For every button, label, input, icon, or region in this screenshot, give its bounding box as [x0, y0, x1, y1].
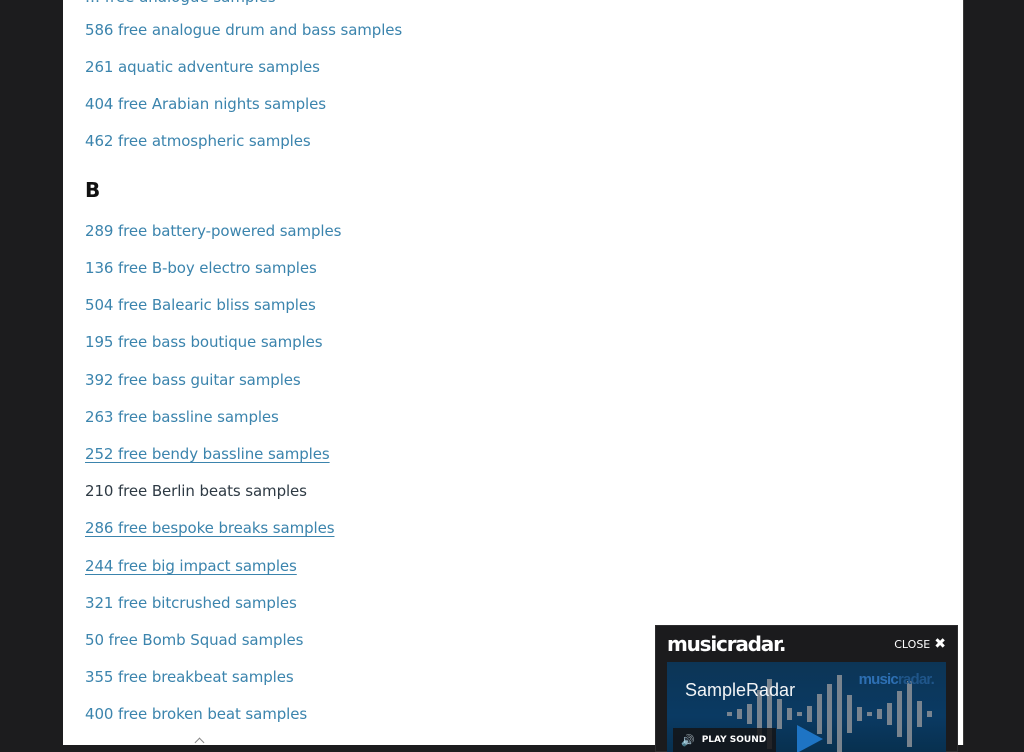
brand-part-b: radar.	[897, 671, 935, 688]
list-item[interactable]: 586 free analogue drum and bass samples	[85, 20, 402, 40]
list-item[interactable]: 136 free B-boy electro samples	[85, 258, 317, 278]
musicradar-logo: musicradar.	[667, 632, 786, 656]
list-item[interactable]: 355 free breakbeat samples	[85, 667, 294, 687]
close-x-icon: ✖	[934, 636, 946, 652]
list-item[interactable]: 195 free bass boutique samples	[85, 332, 323, 352]
waveform-bar	[927, 711, 932, 717]
waveform-bar	[727, 712, 732, 716]
list-item[interactable]: 252 free bendy bassline samples	[85, 444, 330, 464]
video-popup: musicradar. CLOSE ✖ SampleRadar musicrad…	[655, 625, 958, 752]
list-item[interactable]: 504 free Balearic bliss samples	[85, 295, 316, 315]
waveform-bar	[777, 699, 782, 729]
waveform-bar	[897, 691, 902, 737]
waveform-bar	[837, 675, 842, 752]
video-title: SampleRadar	[685, 680, 796, 700]
close-button[interactable]: CLOSE ✖	[894, 636, 946, 652]
list-item[interactable]: 404 free Arabian nights samples	[85, 94, 326, 114]
list-item[interactable]: 400 free broken beat samples	[85, 704, 307, 724]
waveform-bar	[807, 706, 812, 722]
waveform-bar	[867, 712, 872, 716]
list-item[interactable]: 321 free bitcrushed samples	[85, 593, 297, 613]
waveform-bar	[847, 695, 852, 733]
list-item-hovered[interactable]: 210 free Berlin beats samples	[85, 481, 307, 501]
list-item[interactable]: 462 free atmospheric samples	[85, 131, 311, 151]
list-item[interactable]: 286 free bespoke breaks samples	[85, 518, 335, 538]
waveform-bar	[887, 703, 892, 725]
waveform-bar	[737, 709, 742, 719]
video-brand-watermark: musicradar.	[858, 671, 935, 688]
waveform-bar	[877, 709, 882, 719]
section-heading-b: B	[85, 178, 101, 202]
list-item[interactable]: 244 free big impact samples	[85, 556, 297, 576]
list-item[interactable]: 392 free bass guitar samples	[85, 370, 301, 390]
video-player[interactable]: SampleRadar musicradar. 🔊 PLAY SOUND	[667, 662, 946, 752]
waveform-bar	[797, 712, 802, 716]
play-icon[interactable]	[797, 725, 823, 752]
waveform-bar	[827, 684, 832, 744]
waveform-bar	[857, 707, 862, 721]
mouse-cursor-icon	[194, 737, 205, 745]
play-sound-button[interactable]: 🔊 PLAY SOUND	[673, 728, 777, 752]
waveform-bar	[917, 701, 922, 727]
waveform-bar	[787, 708, 792, 720]
play-sound-label: PLAY SOUND	[701, 735, 767, 745]
list-item-cut[interactable]: … free analogue samples	[85, 0, 276, 6]
waveform-bar	[907, 681, 912, 747]
brand-part-a: music	[858, 671, 899, 688]
list-item[interactable]: 261 aquatic adventure samples	[85, 57, 320, 77]
list-item[interactable]: 50 free Bomb Squad samples	[85, 630, 303, 650]
waveform-bar	[747, 704, 752, 724]
list-item[interactable]: 289 free battery-powered samples	[85, 221, 341, 241]
list-item[interactable]: 263 free bassline samples	[85, 407, 279, 427]
close-label: CLOSE	[894, 638, 931, 651]
